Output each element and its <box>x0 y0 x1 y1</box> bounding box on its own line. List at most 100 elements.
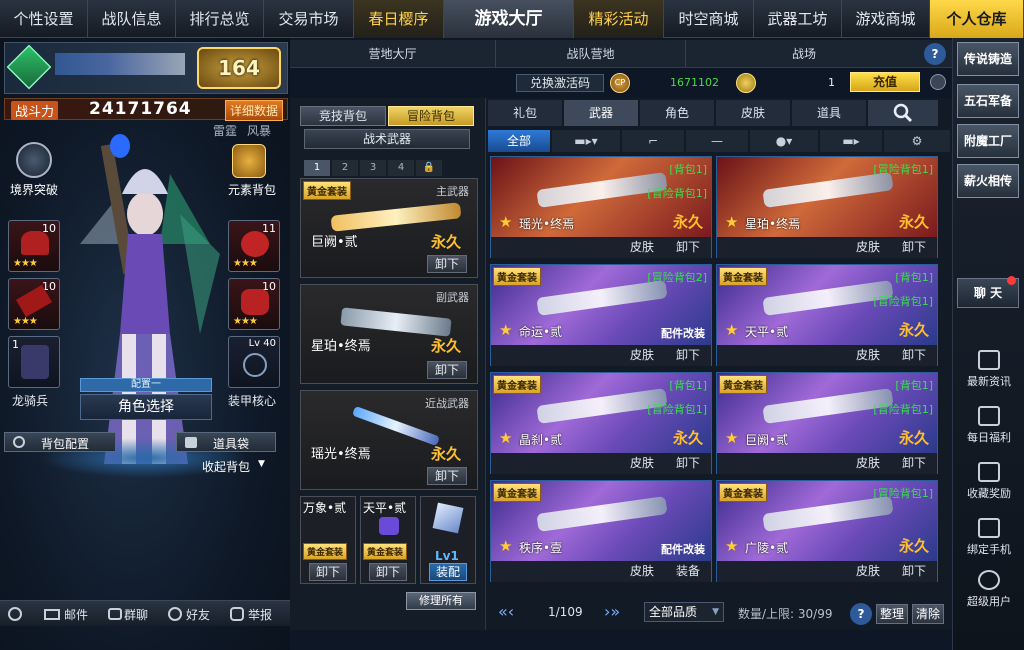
quality-select[interactable]: 全部品质 ▼ <box>644 602 724 622</box>
weapon-card[interactable]: [冒险背包1] ★ 星珀•终焉 永久 皮肤 卸下 <box>716 156 938 258</box>
nav-trade-market[interactable]: 交易市场 <box>264 0 354 38</box>
detail-data-button[interactable]: 详细数据 <box>225 100 284 121</box>
nav-personal-warehouse[interactable]: 个人仓库 <box>930 0 1024 38</box>
nav-weapon-workshop[interactable]: 武器工坊 <box>754 0 842 38</box>
skin-button[interactable]: 皮肤 <box>619 239 665 256</box>
parts-mod-label[interactable]: 配件改装 <box>661 541 705 557</box>
equip-slot-2[interactable]: 10 ★★★ <box>8 278 60 330</box>
special-filter-icon[interactable]: ▬▸ <box>820 130 882 152</box>
recharge-button[interactable]: 充值 <box>850 72 920 92</box>
nav-events[interactable]: 精彩活动 <box>574 0 664 38</box>
equip-slot-4[interactable]: 11 ★★★ <box>228 220 280 272</box>
help-icon[interactable]: ? <box>924 43 946 65</box>
realm-breakthrough-label[interactable]: 境界突破 <box>10 181 58 198</box>
nav-game-lobby[interactable]: 游戏大厅 <box>444 0 574 38</box>
nav-game-store[interactable]: 游戏商城 <box>842 0 930 38</box>
super-user-link[interactable]: 超级用户 <box>953 570 1024 609</box>
card-action-button[interactable]: 卸下 <box>891 563 937 580</box>
tab-gift-pack[interactable]: 礼包 <box>488 100 562 126</box>
melee-weapon-card[interactable]: 近战武器 瑶光•终焉 永久 卸下 <box>300 390 478 490</box>
last-page-icon[interactable]: ›» <box>604 602 620 621</box>
nav-spring-event[interactable]: 春日樱序 <box>354 0 444 38</box>
page-tab-1[interactable]: 1 <box>304 160 330 176</box>
rifle-filter-icon[interactable]: ▬▸▾ <box>552 130 620 152</box>
clear-button[interactable]: 清除 <box>912 604 944 624</box>
help-icon[interactable]: ? <box>850 603 872 625</box>
armor-core-slot[interactable]: Lv 40 <box>228 336 280 388</box>
equip-slot-3[interactable]: 1 <box>8 336 60 388</box>
legacy-button[interactable]: 薪火相传 <box>957 164 1019 198</box>
bind-phone-link[interactable]: 绑定手机 <box>953 518 1024 557</box>
friends-button[interactable]: 好友 <box>186 606 210 623</box>
tab-team-camp[interactable]: 战队营地 <box>496 40 686 68</box>
report-button[interactable]: 举报 <box>248 606 272 623</box>
unequip-button[interactable]: 卸下 <box>369 563 407 581</box>
card-action-button[interactable]: 装备 <box>665 563 711 580</box>
sound-icon[interactable] <box>930 74 946 90</box>
knife-filter-icon[interactable]: — <box>686 130 748 152</box>
card-action-button[interactable]: 卸下 <box>665 347 711 364</box>
skin-button[interactable]: 皮肤 <box>845 347 891 364</box>
pistol-filter-icon[interactable]: ⌐ <box>622 130 684 152</box>
card-action-button[interactable]: 卸下 <box>891 239 937 256</box>
item-bag-button[interactable]: 道具袋 <box>176 432 276 452</box>
card-action-button[interactable]: 卸下 <box>891 347 937 364</box>
nav-time-store[interactable]: 时空商城 <box>664 0 754 38</box>
primary-weapon-card[interactable]: 黄金套装 主武器 巨阙•贰 永久 卸下 <box>300 178 478 278</box>
gear-icon[interactable]: ⚙ <box>884 130 950 152</box>
grenade-slot-1[interactable]: 万象•贰 黄金套装 卸下 <box>300 496 356 584</box>
group-chat-button[interactable]: 群聊 <box>124 606 148 623</box>
repair-all-button[interactable]: 修理所有 <box>406 592 476 610</box>
parts-mod-label[interactable]: 配件改装 <box>661 325 705 341</box>
weapon-card[interactable]: 黄金套装 [背包1] [冒险背包1] ★ 晶刹•贰 永久 皮肤 卸下 <box>490 372 712 474</box>
page-tab-4[interactable]: 4 <box>388 160 414 176</box>
page-tab-2[interactable]: 2 <box>332 160 358 176</box>
weapon-card[interactable]: 黄金套装 [背包1] [冒险背包1] ★ 天平•贰 永久 皮肤 卸下 <box>716 264 938 366</box>
nav-personal-settings[interactable]: 个性设置 <box>0 0 88 38</box>
search-icon[interactable] <box>868 100 938 126</box>
config-label[interactable]: 配置一 <box>80 378 212 392</box>
unequip-button[interactable]: 卸下 <box>427 361 467 379</box>
skin-button[interactable]: 皮肤 <box>619 347 665 364</box>
favorites-link[interactable]: 收藏奖励 <box>953 462 1024 501</box>
grenade-slot-2[interactable]: 天平•贰 黄金套装 卸下 <box>360 496 416 584</box>
daily-bonus-link[interactable]: 每日福利 <box>953 406 1024 445</box>
tab-weapons[interactable]: 武器 <box>564 100 638 126</box>
equip-slot-5[interactable]: 10 ★★★ <box>228 278 280 330</box>
enchant-factory-button[interactable]: 附魔工厂 <box>957 124 1019 158</box>
element-bag-icon[interactable] <box>232 144 266 178</box>
unequip-button[interactable]: 卸下 <box>309 563 347 581</box>
role-select-button[interactable]: 角色选择 <box>80 394 212 420</box>
redeem-code-button[interactable]: 兑换激活码 <box>516 74 604 92</box>
weapon-card[interactable]: 黄金套装 [冒险背包2] ★ 命运•贰 配件改装 皮肤 卸下 <box>490 264 712 366</box>
skin-button[interactable]: 皮肤 <box>845 239 891 256</box>
weapon-card[interactable]: 黄金套装 [冒险背包1] ★ 广陵•贰 永久 皮肤 卸下 <box>716 480 938 582</box>
weapon-card[interactable]: 黄金套装 ★ 秩序•壹 配件改装 皮肤 装备 <box>490 480 712 582</box>
settings-gear-icon[interactable] <box>8 607 22 621</box>
legend-forge-button[interactable]: 传说铸造 <box>957 42 1019 76</box>
element-bag-label[interactable]: 元素背包 <box>228 181 276 198</box>
tab-characters[interactable]: 角色 <box>640 100 714 126</box>
weapon-card[interactable]: 黄金套装 [背包1] [冒险背包1] ★ 巨阙•贰 永久 皮肤 卸下 <box>716 372 938 474</box>
nav-team-info[interactable]: 战队信息 <box>88 0 176 38</box>
equip-button[interactable]: 装配 <box>429 563 467 581</box>
armor-slot[interactable]: Lv1 装配 <box>420 496 476 584</box>
card-action-button[interactable]: 卸下 <box>665 239 711 256</box>
skin-button[interactable]: 皮肤 <box>845 455 891 472</box>
tab-skins[interactable]: 皮肤 <box>716 100 790 126</box>
tab-adventure-bag[interactable]: 冒险背包 <box>388 106 474 126</box>
tab-camp-hall[interactable]: 营地大厅 <box>290 40 496 68</box>
filter-all[interactable]: 全部 <box>488 130 550 152</box>
unequip-button[interactable]: 卸下 <box>427 255 467 273</box>
card-action-button[interactable]: 卸下 <box>665 455 711 472</box>
news-link[interactable]: 最新资讯 <box>953 350 1024 389</box>
collapse-bag-button[interactable]: 收起背包 <box>202 458 250 475</box>
five-stone-button[interactable]: 五石军备 <box>957 84 1019 118</box>
equip-slot-1[interactable]: 10 ★★★ <box>8 220 60 272</box>
sort-button[interactable]: 整理 <box>876 604 908 624</box>
tab-battlefield[interactable]: 战场 <box>686 40 922 68</box>
secondary-weapon-card[interactable]: 副武器 星珀•终焉 永久 卸下 <box>300 284 478 384</box>
nav-rankings[interactable]: 排行总览 <box>176 0 264 38</box>
unequip-button[interactable]: 卸下 <box>427 467 467 485</box>
mail-button[interactable]: 邮件 <box>64 606 88 623</box>
